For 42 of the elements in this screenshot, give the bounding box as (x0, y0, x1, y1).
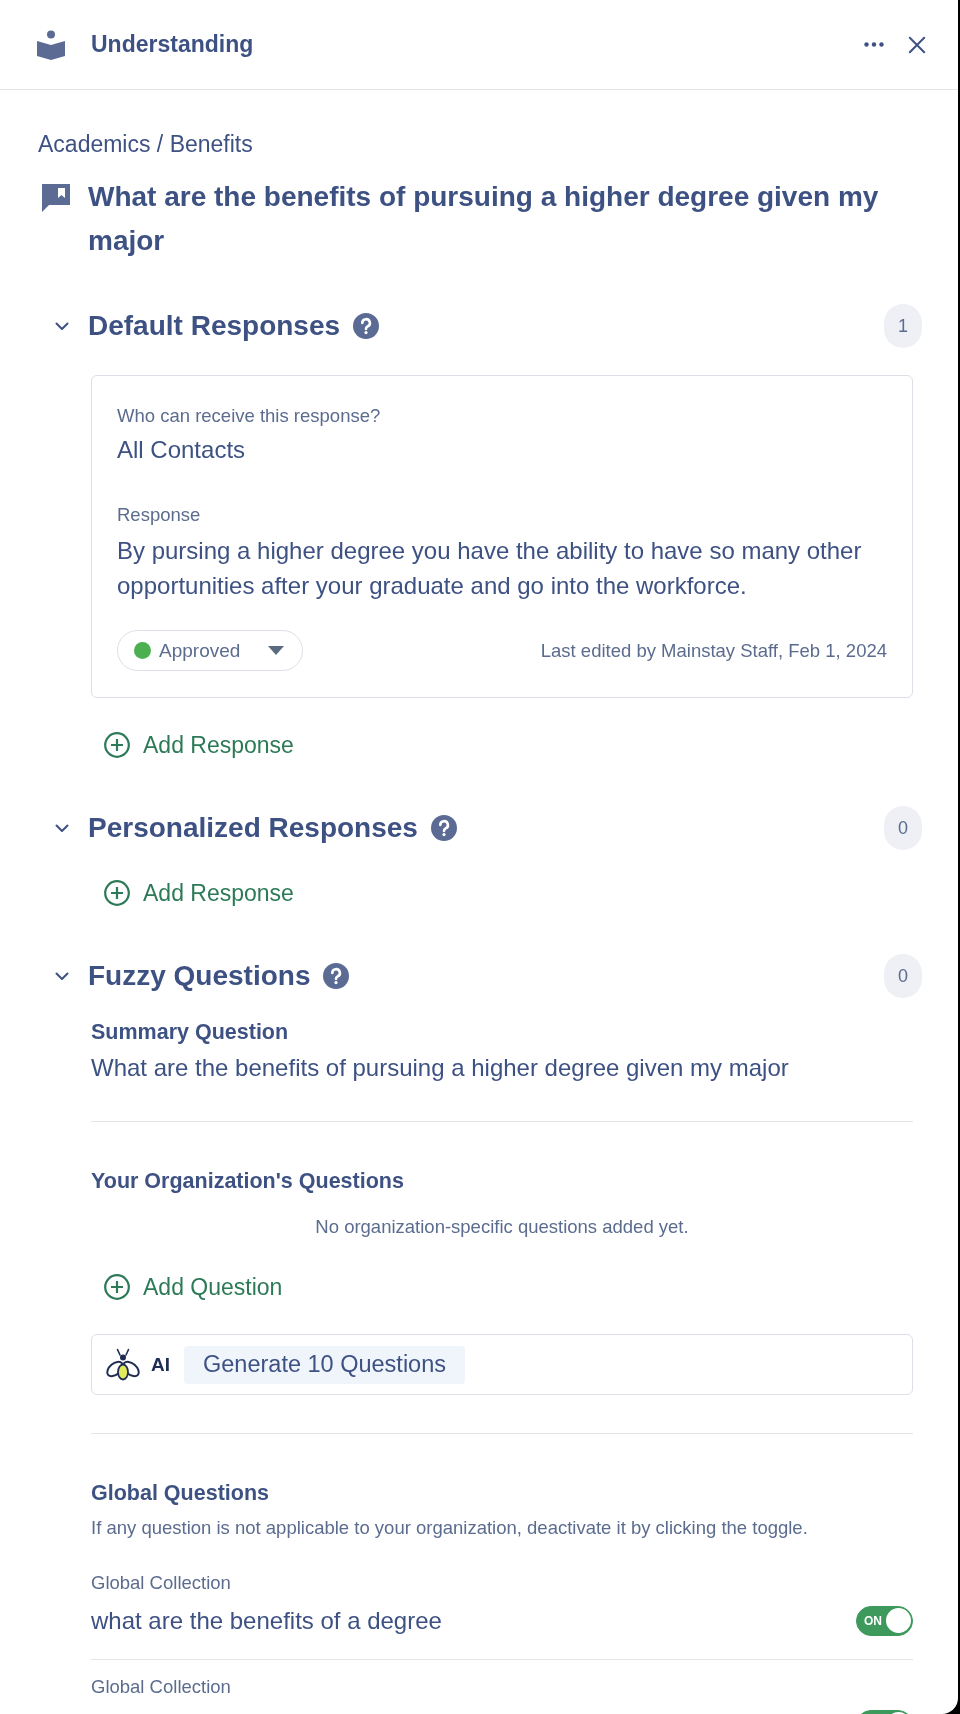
field-label: Who can receive this response? (117, 404, 382, 428)
generate-questions-button[interactable]: Generate 10 Questions (184, 1345, 465, 1384)
count-badge: 1 (884, 304, 922, 348)
subsection-heading: Summary Question (91, 1019, 290, 1046)
question-title: What are the benefits of pursuing a higher degree given my major (88, 180, 880, 258)
panel-title: Understanding (91, 31, 254, 58)
collection-label: Global Collection (91, 1675, 232, 1699)
section-title: Default Responses (88, 309, 341, 343)
empty-state-text: No organization-specific questions added yet. (314, 1215, 690, 1239)
reader-icon (36, 29, 66, 60)
bee-icon (104, 1347, 142, 1382)
collection-label: Global Collection (91, 1571, 232, 1595)
response-text: By pursing a higher degree you have the ability to have so many other opportunities after your graduate and go into the workforce. (117, 536, 863, 601)
speech-bubble-icon (41, 183, 71, 213)
count-badge: 0 (884, 806, 922, 850)
add-response-button[interactable]: Add Response (91, 877, 300, 909)
breadcrumb: Academics / Benefits (38, 130, 254, 158)
caret-icon (268, 646, 284, 655)
help-icon[interactable] (323, 963, 350, 989)
section-description: If any question is not applicable to your organization, deactivate it by clicking the toggle. (91, 1516, 809, 1540)
ai-label: AI (151, 1353, 170, 1376)
audience-value: All Contacts (117, 435, 247, 465)
help-icon[interactable] (353, 313, 380, 339)
section-title: Personalized Responses (88, 811, 418, 845)
field-label: Response (117, 503, 202, 527)
toggle-switch[interactable]: ON (856, 1606, 913, 1636)
subsection-heading: Global Questions (91, 1480, 270, 1507)
more-icon (864, 42, 884, 47)
add-response-button[interactable]: Add Response (91, 729, 300, 761)
add-icon (104, 732, 130, 758)
count-badge: 0 (884, 954, 922, 998)
section-title: Fuzzy Questions (88, 959, 311, 993)
global-question-text: what are the benefits of a degree (91, 1606, 442, 1636)
add-question-button[interactable]: Add Question (91, 1271, 289, 1303)
status-dropdown[interactable]: Approved (117, 630, 303, 671)
last-edited-text: Last edited by Mainstay Staff, Feb 1, 2024 (540, 639, 887, 662)
close-icon (908, 35, 926, 54)
help-icon[interactable] (430, 815, 457, 841)
add-icon (104, 1274, 130, 1300)
summary-question: What are the benefits of pursuing a higher degree given my major (91, 1053, 790, 1083)
add-icon (104, 880, 130, 906)
subsection-heading: Your Organization's Questions (91, 1168, 405, 1195)
